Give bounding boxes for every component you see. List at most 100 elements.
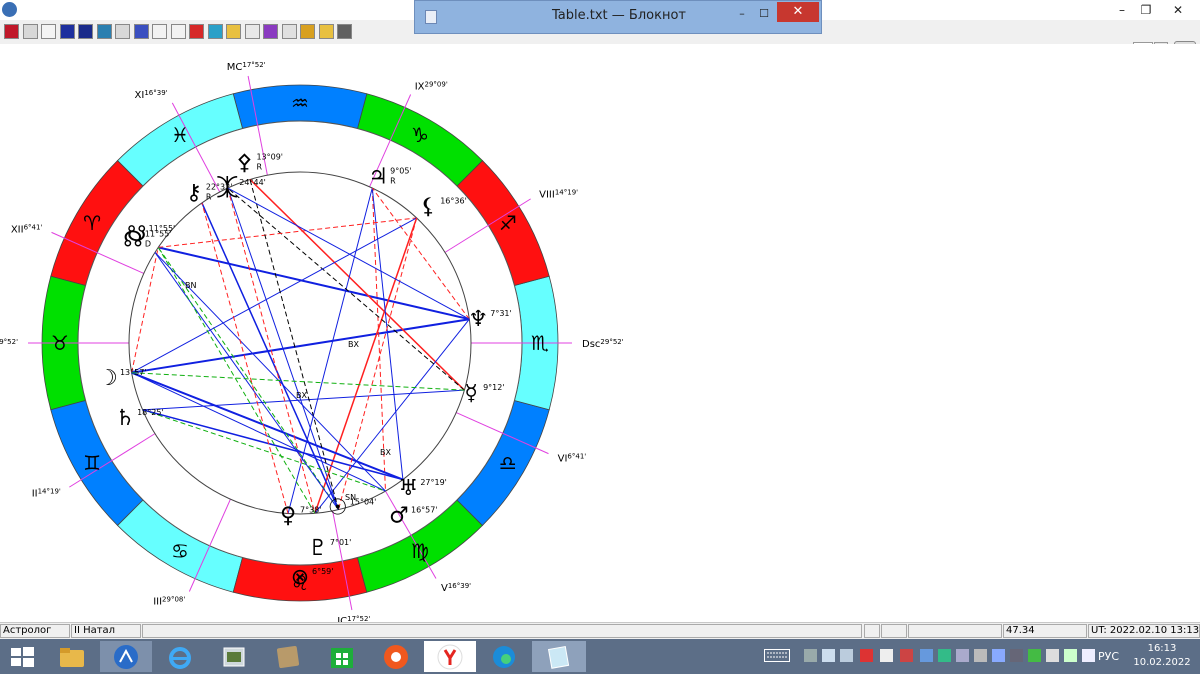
edge-icon bbox=[493, 646, 515, 668]
planet-degree-label: 13°09' bbox=[256, 152, 283, 161]
toolbar-button-icon[interactable] bbox=[170, 24, 186, 39]
status-empty bbox=[908, 624, 1002, 638]
status-ut-time: UT: 2022.02.10 13:13:49 bbox=[1088, 624, 1200, 638]
planet-glyph-icon: ♃ bbox=[368, 164, 388, 189]
astrology-app-icon bbox=[2, 2, 17, 17]
app-tray-icon[interactable] bbox=[880, 649, 893, 662]
planet-glyph-icon: ☊ bbox=[123, 228, 143, 253]
keyboard-icon[interactable] bbox=[764, 649, 790, 662]
taskbar-astrology-app[interactable] bbox=[100, 641, 152, 672]
toolbar-button-icon[interactable] bbox=[189, 24, 204, 39]
astrology-app-icon bbox=[114, 645, 138, 669]
aspect-circle bbox=[128, 171, 472, 515]
taskbar-photo-viewer[interactable] bbox=[208, 641, 260, 672]
power-icon[interactable] bbox=[992, 649, 1005, 662]
eye-icon[interactable] bbox=[974, 649, 987, 662]
toolbar-button-icon[interactable] bbox=[41, 24, 56, 39]
toolbar-button-icon[interactable] bbox=[115, 24, 130, 39]
zodiac-sign-icon: ♉ bbox=[51, 331, 69, 355]
minimize-button[interactable]: – bbox=[1112, 2, 1132, 18]
house-cusp-label: MC17°52' bbox=[227, 61, 266, 73]
house-cusp-label: IX29°09' bbox=[415, 80, 448, 92]
phone-icon[interactable] bbox=[804, 649, 817, 662]
toolbar-button-icon[interactable] bbox=[244, 24, 260, 39]
toolbar-button-icon[interactable] bbox=[133, 24, 149, 39]
zodiac-sign-icon: ♒ bbox=[291, 91, 309, 115]
taskbar-yandex-browser[interactable] bbox=[424, 641, 476, 672]
gauge-icon[interactable] bbox=[938, 649, 951, 662]
house-cusp-label: Dsc29°52' bbox=[582, 338, 624, 350]
antivirus-icon[interactable] bbox=[900, 649, 913, 662]
planet-glyph-icon: ♇ bbox=[308, 536, 328, 561]
planet-glyph-icon: ⚸ bbox=[420, 195, 436, 220]
natal-chart-wheel[interactable]: BNBXBXBXSN ♈♉♊♋♌♍♎♏♐♑♒♓ Asc29°52'II14°19… bbox=[0, 44, 1200, 622]
toolbar-button-icon[interactable] bbox=[207, 24, 223, 39]
notepad-minimize-button[interactable]: – bbox=[733, 5, 751, 23]
aspect-label: BX bbox=[348, 340, 359, 349]
taskbar-store[interactable] bbox=[316, 641, 368, 672]
volume-icon[interactable] bbox=[1082, 649, 1095, 662]
taskbar-edge[interactable] bbox=[478, 641, 530, 672]
yandex-browser-icon bbox=[437, 644, 463, 670]
toolbar-button-icon[interactable] bbox=[300, 24, 315, 39]
notepad-maximize-button[interactable]: ☐ bbox=[755, 5, 773, 23]
aspect-label: BX bbox=[380, 448, 391, 457]
taskbar-media-player[interactable] bbox=[370, 641, 422, 672]
toolbar-button-icon[interactable] bbox=[263, 24, 278, 39]
house-cusp-label: XII6°41' bbox=[11, 223, 43, 235]
status-chart-type: II Натал bbox=[71, 624, 141, 638]
taskbar-internet-explorer[interactable] bbox=[154, 641, 206, 672]
planet-glyph-icon: ♂ bbox=[389, 503, 409, 528]
taskbar-file-explorer[interactable] bbox=[46, 641, 98, 672]
notepad-close-button[interactable]: ✕ bbox=[777, 2, 819, 22]
network-device-icon[interactable] bbox=[822, 649, 835, 662]
toolbar-button-icon[interactable] bbox=[337, 24, 352, 39]
toolbar-button-icon[interactable] bbox=[226, 24, 241, 39]
monitor-icon[interactable] bbox=[1010, 649, 1023, 662]
update-icon[interactable] bbox=[1046, 649, 1059, 662]
house-cusp-label: XI16°39' bbox=[135, 89, 168, 101]
close-button[interactable]: ✕ bbox=[1168, 2, 1188, 18]
language-indicator[interactable]: РУС bbox=[1098, 650, 1119, 663]
taskbar: РУС 16:13 10.02.2022 bbox=[0, 639, 1200, 674]
zodiac-sign-icon: ♊ bbox=[83, 451, 101, 475]
status-empty bbox=[881, 624, 907, 638]
planet-degree-label: 7°01' bbox=[330, 538, 351, 547]
planet-glyph-icon: ♀ bbox=[280, 504, 296, 529]
status-value: 47.34 bbox=[1003, 624, 1087, 638]
planet-degree-label: 13°57' bbox=[120, 368, 147, 377]
toolbar-button-icon[interactable] bbox=[318, 24, 334, 39]
signal-icon[interactable] bbox=[1064, 649, 1077, 662]
planet-glyph-icon: ☉ bbox=[328, 496, 348, 521]
toolbar-button-icon[interactable] bbox=[96, 24, 112, 39]
toolbar-button-icon[interactable] bbox=[22, 24, 38, 39]
toolbar-button-icon[interactable] bbox=[152, 24, 167, 39]
toolbar-button-icon[interactable] bbox=[281, 24, 297, 39]
restore-button[interactable]: ❐ bbox=[1136, 2, 1156, 18]
planet-degree-label: 6°59' bbox=[312, 567, 333, 576]
zodiac-sign-icon: ♏ bbox=[531, 331, 549, 355]
system-tray bbox=[760, 639, 1120, 674]
taskbar-notepad[interactable] bbox=[532, 641, 586, 672]
notepad-window[interactable]: Table.txt — Блокнот – ☐ ✕ bbox=[414, 0, 822, 34]
process-icon[interactable] bbox=[956, 649, 969, 662]
clock[interactable]: 16:13 10.02.2022 bbox=[1130, 642, 1194, 670]
shield-icon[interactable] bbox=[1028, 649, 1041, 662]
planet-glyph-icon: ⯰ bbox=[216, 176, 238, 201]
feather-icon[interactable] bbox=[840, 649, 853, 662]
planet-glyph-icon: ♆ bbox=[468, 307, 488, 332]
bluetooth-icon[interactable] bbox=[920, 649, 933, 662]
toolbar-button-icon[interactable] bbox=[4, 24, 19, 39]
start-button[interactable] bbox=[0, 641, 44, 672]
internet-explorer-icon bbox=[169, 647, 191, 669]
planet-degree-label: 16°57' bbox=[411, 505, 438, 514]
toolbar-button-icon[interactable] bbox=[78, 24, 93, 39]
status-bar: Астролог II Натал 47.34 UT: 2022.02.10 1… bbox=[0, 622, 1200, 640]
alert-icon[interactable] bbox=[860, 649, 873, 662]
taskbar-scrapbook[interactable] bbox=[262, 641, 314, 672]
zodiac-sign-icon: ♓ bbox=[171, 123, 189, 147]
chart-area: BNBXBXBXSN ♈♉♊♋♌♍♎♏♐♑♒♓ Asc29°52'II14°19… bbox=[0, 44, 1200, 622]
planet-retro-flag: R bbox=[390, 176, 396, 185]
zodiac-sign-icon: ♋ bbox=[171, 539, 189, 563]
toolbar-button-icon[interactable] bbox=[59, 24, 75, 39]
